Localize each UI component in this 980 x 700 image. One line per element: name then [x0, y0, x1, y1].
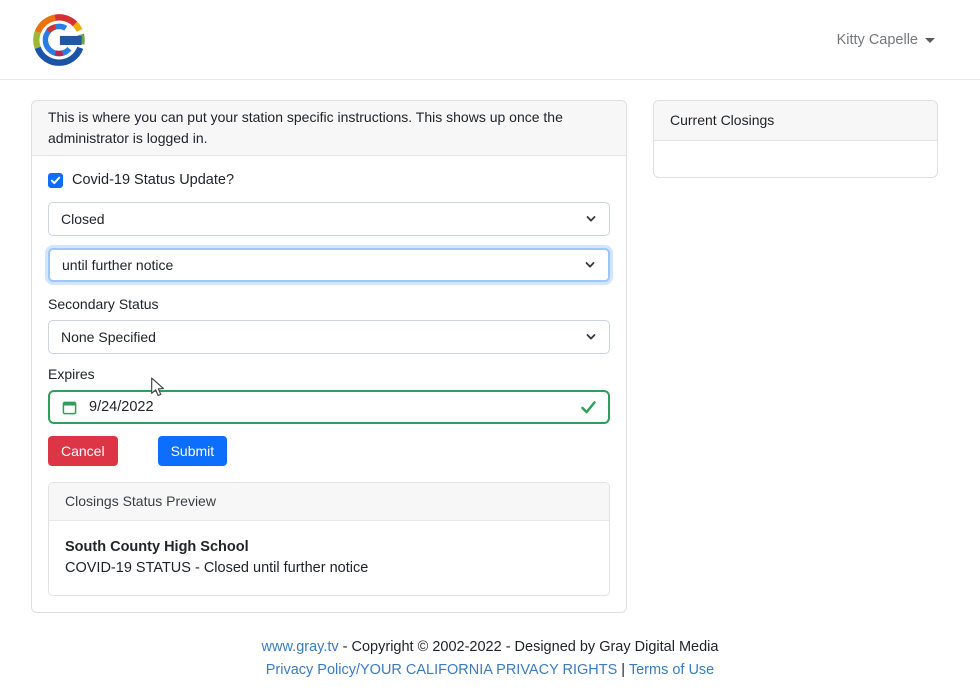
valid-check-icon [581, 401, 596, 414]
covid-status-checkbox-row: Covid-19 Status Update? [48, 172, 610, 188]
form-actions: Cancel Submit [48, 436, 610, 466]
expires-date-input[interactable]: 9/24/2022 [48, 390, 610, 424]
current-closings-card: Current Closings [653, 100, 938, 178]
station-instructions: This is where you can put your station s… [32, 101, 626, 156]
app-header: Kitty Capelle [0, 0, 980, 80]
duration-select-value: until further notice [62, 257, 173, 273]
secondary-status-select[interactable]: None Specified [48, 320, 610, 354]
current-closings-list [654, 141, 937, 177]
chevron-down-icon [585, 213, 597, 225]
closings-form-body: Covid-19 Status Update? Closed until fur… [32, 156, 626, 612]
closings-status-preview-card: Closings Status Preview South County Hig… [48, 482, 610, 596]
status-select[interactable]: Closed [48, 202, 610, 236]
copyright-text: - Copyright © 2002-2022 - Designed by Gr… [339, 639, 719, 655]
check-icon [50, 175, 61, 186]
submit-button[interactable]: Submit [158, 436, 228, 466]
calendar-icon [62, 400, 77, 415]
expires-date-value: 9/24/2022 [89, 399, 154, 415]
expires-label: Expires [48, 366, 610, 382]
footer-legal-line: Privacy Policy/YOUR CALIFORNIA PRIVACY R… [0, 660, 980, 681]
main-content: This is where you can put your station s… [0, 100, 980, 613]
status-select-value: Closed [61, 211, 105, 227]
chevron-down-icon [585, 331, 597, 343]
gray-tv-logo[interactable] [30, 11, 88, 69]
covid-status-checkbox[interactable] [48, 173, 63, 188]
sidebar: Current Closings [653, 100, 938, 178]
chevron-down-icon [925, 38, 935, 43]
preview-entry-status: COVID-19 STATUS - Closed until further n… [65, 558, 593, 579]
closings-form-card: This is where you can put your station s… [31, 100, 627, 613]
closings-form-column: This is where you can put your station s… [31, 100, 627, 613]
current-closings-title: Current Closings [654, 101, 937, 141]
chevron-down-icon [584, 259, 596, 271]
duration-select[interactable]: until further notice [48, 248, 610, 282]
covid-status-checkbox-label: Covid-19 Status Update? [72, 172, 234, 188]
separator: | [617, 662, 629, 678]
page-footer: www.gray.tv - Copyright © 2002-2022 - De… [0, 637, 980, 681]
gray-tv-site-link[interactable]: www.gray.tv [262, 639, 339, 655]
secondary-status-label: Secondary Status [48, 296, 610, 312]
preview-entry-name: South County High School [65, 537, 593, 558]
privacy-policy-link[interactable]: Privacy Policy/YOUR CALIFORNIA PRIVACY R… [266, 662, 618, 678]
user-menu-name: Kitty Capelle [837, 32, 918, 48]
user-menu[interactable]: Kitty Capelle [837, 32, 935, 48]
terms-of-use-link[interactable]: Terms of Use [629, 662, 714, 678]
gray-tv-logo-icon [30, 11, 88, 69]
secondary-status-select-value: None Specified [61, 329, 156, 345]
footer-copyright-line: www.gray.tv - Copyright © 2002-2022 - De… [0, 637, 980, 658]
cancel-button[interactable]: Cancel [48, 436, 118, 466]
closings-status-preview-body: South County High School COVID-19 STATUS… [49, 521, 609, 595]
closings-status-preview-title: Closings Status Preview [49, 483, 609, 521]
